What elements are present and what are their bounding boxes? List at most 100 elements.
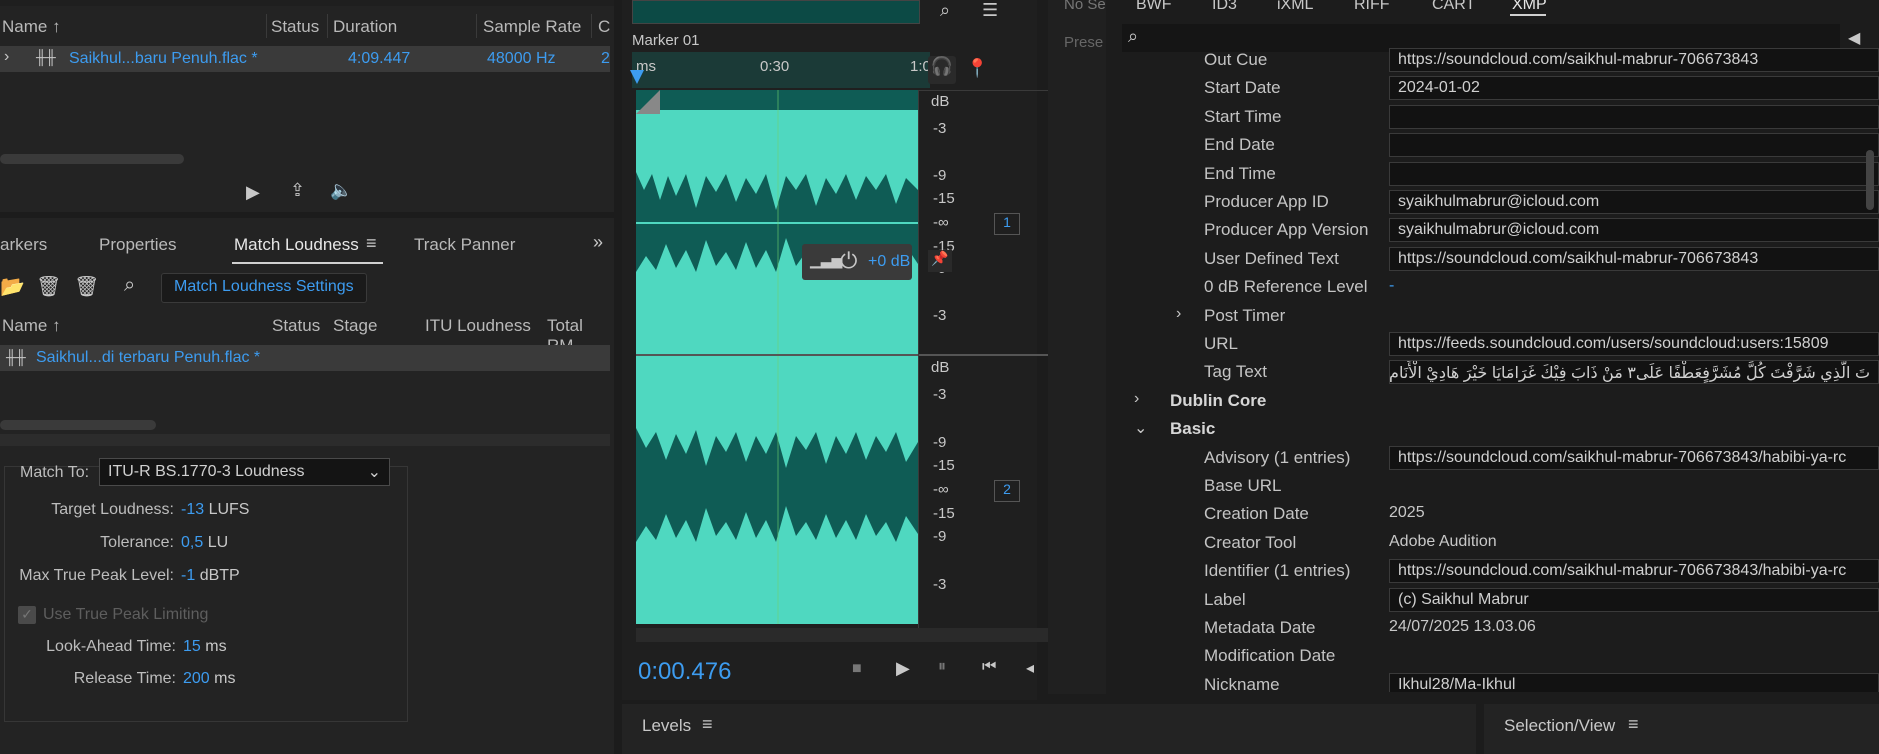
col-channels[interactable]: C xyxy=(598,17,610,37)
skip-back-icon[interactable]: ⏮ xyxy=(982,658,996,676)
tab-track-panner[interactable]: Track Panner xyxy=(414,235,515,255)
metadata-row[interactable]: Identifier (1 entries) https://soundcloud… xyxy=(1124,557,1879,585)
metadata-row[interactable]: End Time xyxy=(1124,160,1879,188)
autoplay-speaker-icon[interactable]: 🔈 xyxy=(330,180,352,201)
gain-knob-icon[interactable]: ⏻ xyxy=(840,248,857,274)
chevron-right-icon[interactable]: › xyxy=(4,48,9,66)
play-icon[interactable]: ▶ xyxy=(246,182,260,203)
channel-1-button[interactable]: 1 xyxy=(994,213,1020,235)
metadata-value-field[interactable]: https://soundcloud.com/saikhul-mabrur-70… xyxy=(1389,559,1879,584)
zoom-icon[interactable]: ⌕ xyxy=(940,0,950,21)
metadata-row[interactable]: URL https://feeds.soundcloud.com/users/so… xyxy=(1124,330,1879,358)
col-name[interactable]: Name ↑ xyxy=(2,17,61,37)
metadata-value-field[interactable]: Ikhul28/Ma-Ikhul xyxy=(1389,672,1879,692)
metadata-row[interactable]: User Defined Text https://soundcloud.com/… xyxy=(1124,245,1879,273)
chevron-right-icon[interactable]: › xyxy=(1176,305,1181,323)
match-list-row[interactable]: ╫╫ Saikhul...di terbaru Penuh.flac * xyxy=(0,345,610,371)
metadata-row[interactable]: 0 dB Reference Level - xyxy=(1124,273,1879,301)
file-row[interactable]: › ╫╫ Saikhul...baru Penuh.flac * 4:09.44… xyxy=(0,46,610,72)
folder-open-icon[interactable]: 📂 xyxy=(0,274,25,299)
horizontal-scrollbar[interactable] xyxy=(0,154,184,164)
metadata-value-field[interactable]: syaikhulmabrur@icloud.com xyxy=(1389,190,1879,214)
hud-pin-icon[interactable]: 📌 xyxy=(928,250,952,272)
channel-2-waveform[interactable] xyxy=(636,356,918,624)
trash-icon[interactable]: 🗑 xyxy=(36,274,61,299)
tab-xmp[interactable]: XMP xyxy=(1512,0,1547,14)
col-itu-loudness[interactable]: ITU Loudness xyxy=(425,316,531,336)
headphones-icon[interactable]: 🎧 xyxy=(928,56,956,84)
metadata-row[interactable]: Out Cue https://soundcloud.com/saikhul-ma… xyxy=(1124,46,1879,74)
metadata-row[interactable]: Modification Date xyxy=(1124,642,1879,670)
metadata-value-field[interactable]: https://soundcloud.com/saikhul-mabrur-70… xyxy=(1389,246,1879,271)
match-to-select[interactable]: ITU-R BS.1770-3 Loudness ⌄ xyxy=(99,458,390,486)
panel-menu-icon[interactable]: ≡ xyxy=(366,233,377,254)
metadata-row[interactable]: Nickname Ikhul28/Ma-Ikhul xyxy=(1124,671,1879,692)
panel-menu-icon[interactable]: ≡ xyxy=(1628,714,1639,735)
time-ruler[interactable]: ms 0:30 1:0 xyxy=(632,52,931,88)
release-time-value[interactable]: 200 xyxy=(183,670,210,687)
metadata-row[interactable]: Advisory (1 entries) https://soundcloud.c… xyxy=(1124,444,1879,472)
metadata-row[interactable]: Start Time xyxy=(1124,103,1879,131)
tab-riff[interactable]: RIFF xyxy=(1354,0,1390,14)
metadata-row[interactable]: Label (c) Saikhul Mabrur xyxy=(1124,586,1879,614)
channel-1-waveform[interactable] xyxy=(636,90,918,354)
tab-markers[interactable]: arkers xyxy=(0,235,47,255)
panel-menu-icon[interactable]: ≡ xyxy=(702,714,713,735)
col-duration[interactable]: Duration xyxy=(333,17,397,37)
current-time[interactable]: 0:00.476 xyxy=(638,658,731,686)
tab-properties[interactable]: Properties xyxy=(99,235,176,255)
metadata-row[interactable]: Creator Tool Adobe Audition xyxy=(1124,529,1879,557)
match-loudness-settings-button[interactable]: Match Loudness Settings xyxy=(161,273,367,303)
export-icon[interactable]: ⇪ xyxy=(290,180,305,201)
stop-icon[interactable]: ■ xyxy=(852,660,862,678)
pause-icon[interactable]: ⏸ xyxy=(938,658,946,676)
metadata-row[interactable]: Base URL xyxy=(1124,472,1879,500)
metadata-value-field[interactable]: تَ الَّذِي شَرَّفْتَ كُلَّ مُشَرَّفٍعَطْ… xyxy=(1389,360,1879,385)
metadata-row[interactable]: End Date xyxy=(1124,131,1879,159)
metadata-row[interactable]: › Post Timer xyxy=(1124,302,1879,330)
waveform-scrollbar[interactable] xyxy=(636,628,1054,642)
tab-id3[interactable]: ID3 xyxy=(1212,0,1237,14)
metadata-row[interactable]: Producer App Version syaikhulmabrur@iclou… xyxy=(1124,216,1879,244)
play-icon[interactable]: ▶ xyxy=(896,658,910,679)
col-stage[interactable]: Stage xyxy=(333,316,377,336)
channel-2-button[interactable]: 2 xyxy=(994,480,1020,502)
col-name[interactable]: Name ↑ xyxy=(2,316,61,336)
look-ahead-value[interactable]: 15 xyxy=(183,638,201,655)
splitter[interactable] xyxy=(0,434,610,446)
horizontal-scrollbar[interactable] xyxy=(0,420,156,430)
true-peak-checkbox[interactable]: ✓ xyxy=(18,606,36,624)
col-sample-rate[interactable]: Sample Rate xyxy=(483,17,581,37)
list-icon[interactable]: ☰ xyxy=(982,0,998,21)
metadata-row[interactable]: Producer App ID syaikhulmabrur@icloud.com xyxy=(1124,188,1879,216)
metadata-value-field[interactable]: https://soundcloud.com/saikhul-mabrur-70… xyxy=(1389,48,1879,72)
tab-match-loudness[interactable]: Match Loudness xyxy=(234,235,359,255)
metadata-value-field[interactable] xyxy=(1389,104,1879,129)
tab-cart[interactable]: CART xyxy=(1432,0,1475,14)
overflow-chevrons-icon[interactable]: » xyxy=(593,232,603,253)
hud-gain[interactable]: ▁▃▅ ⏻ +0 dB xyxy=(802,244,912,280)
tab-bwf[interactable]: BWF xyxy=(1136,0,1172,14)
overview-bar[interactable] xyxy=(632,0,920,24)
target-loudness-value[interactable]: -13 xyxy=(181,501,204,518)
metadata-row[interactable]: Metadata Date 24/07/2025 13.03.06 xyxy=(1124,614,1879,642)
metadata-row[interactable]: Tag Text تَ الَّذِي شَرَّفْتَ كُلَّ مُشَر… xyxy=(1124,358,1879,386)
metadata-value-field[interactable]: 2024-01-02 xyxy=(1389,76,1879,101)
trash-all-icon[interactable]: 🗑 xyxy=(74,274,99,299)
metadata-row[interactable]: Creation Date 2025 xyxy=(1124,500,1879,528)
tolerance-value[interactable]: 0,5 xyxy=(181,534,203,551)
metadata-value-field[interactable]: https://feeds.soundcloud.com/users/sound… xyxy=(1389,332,1879,356)
metadata-value-field[interactable]: https://soundcloud.com/saikhul-mabrur-70… xyxy=(1389,445,1879,470)
collapse-arrow-icon[interactable]: ◀ xyxy=(1848,28,1860,48)
tab-ixml[interactable]: iXML xyxy=(1277,0,1313,14)
metadata-value-field[interactable]: (c) Saikhul Mabrur xyxy=(1389,587,1879,612)
vertical-scrollbar[interactable] xyxy=(1866,150,1874,210)
max-true-peak-value[interactable]: -1 xyxy=(181,567,195,584)
metadata-value-field[interactable]: syaikhulmabrur@icloud.com xyxy=(1389,218,1879,243)
marker-label[interactable]: Marker 01 xyxy=(632,32,700,49)
metadata-value-field[interactable] xyxy=(1389,161,1879,186)
col-status[interactable]: Status xyxy=(272,316,320,336)
chevron-right-icon[interactable]: › xyxy=(1134,390,1139,408)
metadata-row[interactable]: Start Date 2024-01-02 xyxy=(1124,74,1879,102)
rewind-icon[interactable]: ◂ xyxy=(1026,658,1034,678)
